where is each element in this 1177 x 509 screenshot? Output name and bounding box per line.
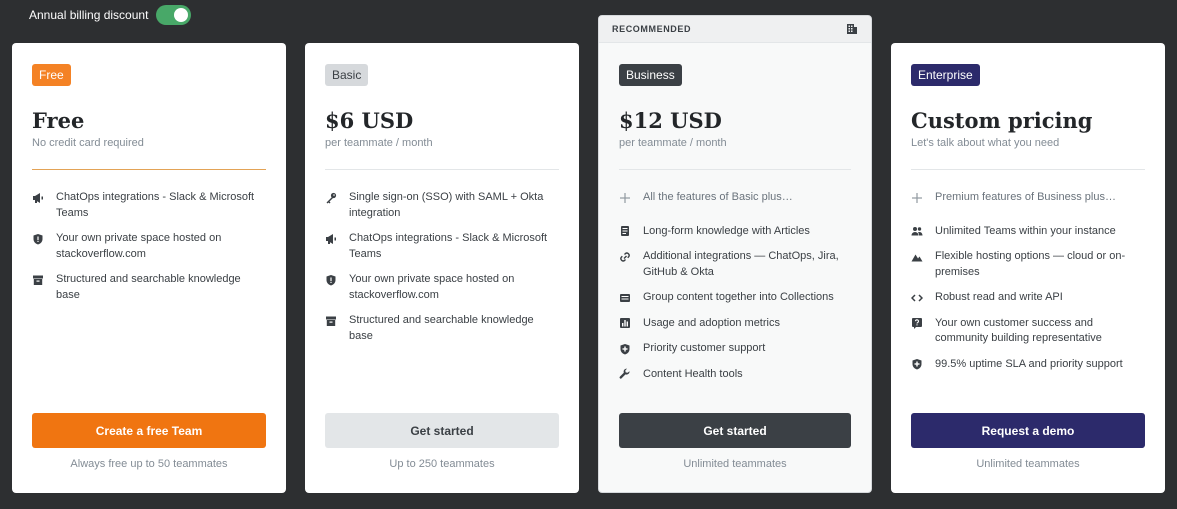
feature-item: Your own customer success and community …: [911, 316, 1145, 347]
bar-chart-icon: [619, 316, 643, 331]
shield-icon: [325, 272, 349, 287]
plan-price: $12 USD: [619, 108, 722, 133]
feature-item: ChatOps integrations - Slack & Microsoft…: [325, 231, 559, 262]
billing-toggle-row: Annual billing discount: [29, 5, 192, 25]
archive-icon: [32, 272, 56, 287]
building-icon: [847, 24, 857, 34]
mountain-icon: [911, 249, 935, 264]
feature-item: Your own private space hosted on stackov…: [32, 231, 266, 262]
plan-subtitle: No credit card required: [32, 137, 144, 149]
plan-subtitle: Let's talk about what you need: [911, 137, 1060, 149]
plan-subtitle: per teammate / month: [619, 137, 727, 149]
code-icon: [911, 290, 935, 305]
plan-price: Custom pricing: [911, 108, 1093, 133]
feature-text: Structured and searchable knowledge base: [349, 314, 534, 342]
plan-badge: Basic: [325, 64, 369, 86]
feature-text: ChatOps integrations - Slack & Microsoft…: [349, 232, 548, 260]
feature-item: Structured and searchable knowledge base: [325, 313, 559, 344]
request-demo-button[interactable]: Request a demo: [911, 413, 1145, 448]
plan-badge: Business: [619, 64, 682, 86]
toggle-knob: [174, 8, 189, 22]
feature-item: 99.5% uptime SLA and priority support: [911, 357, 1145, 373]
feature-text: Unlimited Teams within your instance: [935, 224, 1116, 237]
billing-toggle-label: Annual billing discount: [29, 8, 149, 22]
document-icon: [619, 224, 643, 239]
feature-text: Your own customer success and community …: [935, 316, 1102, 345]
feature-item: Usage and adoption metrics: [619, 316, 851, 332]
feature-list: Single sign-on (SSO) with SAML + Okta in…: [325, 190, 559, 344]
divider: [32, 169, 266, 170]
shield-plus-icon: [911, 357, 935, 372]
collection-icon: [619, 290, 643, 305]
feature-item: Content Health tools: [619, 367, 851, 383]
create-free-team-button[interactable]: Create a free Team: [32, 413, 266, 448]
feature-item: Additional integrations — ChatOps, Jira,…: [619, 249, 851, 280]
plan-footnote: Unlimited teammates: [683, 458, 787, 470]
users-icon: [911, 224, 935, 239]
feature-item: Priority customer support: [619, 341, 851, 357]
feature-list: All the features of Basic plus… Long-form…: [619, 190, 851, 382]
feature-summary-item: All the features of Basic plus…: [619, 190, 851, 206]
feature-text: 99.5% uptime SLA and priority support: [935, 357, 1123, 370]
feature-item: ChatOps integrations - Slack & Microsoft…: [32, 190, 266, 221]
feature-item: Robust read and write API: [911, 290, 1145, 306]
plan-footnote: Up to 250 teammates: [389, 458, 495, 470]
feature-text: Premium features of Business plus…: [935, 191, 1116, 203]
feature-text: Group content together into Collections: [643, 291, 834, 303]
feature-item: Long-form knowledge with Articles: [619, 224, 851, 240]
feature-item: Group content together into Collections: [619, 290, 851, 306]
divider: [619, 169, 851, 170]
plan-subtitle: per teammate / month: [325, 137, 433, 149]
feature-text: ChatOps integrations - Slack & Microsoft…: [56, 191, 255, 219]
plan-card-business: RECOMMENDED Business $12 USD per teammat…: [598, 15, 872, 493]
feature-item: Single sign-on (SSO) with SAML + Okta in…: [325, 190, 559, 221]
feature-text: Additional integrations — ChatOps, Jira,…: [643, 250, 839, 278]
plan-price: $6 USD: [325, 108, 414, 133]
feature-text: Usage and adoption metrics: [643, 316, 780, 329]
feature-text: Priority customer support: [643, 342, 766, 354]
feature-item: Your own private space hosted on stackov…: [325, 272, 559, 303]
plan-badge: Free: [32, 64, 71, 86]
feature-text: Robust read and write API: [935, 291, 1063, 303]
recommended-header: RECOMMENDED: [599, 16, 871, 43]
feature-text: Your own private space hosted on stackov…: [56, 232, 222, 260]
wrench-icon: [619, 367, 643, 382]
megaphone-icon: [32, 190, 56, 205]
plan-footnote: Unlimited teammates: [976, 458, 1080, 470]
feature-item: Unlimited Teams within your instance: [911, 224, 1145, 240]
feature-text: Long-form knowledge with Articles: [643, 224, 810, 237]
plan-footnote: Always free up to 50 teammates: [70, 458, 228, 470]
divider: [325, 169, 559, 170]
archive-icon: [325, 313, 349, 328]
plan-card-basic: Basic $6 USD per teammate / month Single…: [305, 43, 579, 493]
feature-item: Flexible hosting options — cloud or on-p…: [911, 249, 1145, 280]
plan-badge: Enterprise: [911, 64, 980, 86]
feature-text: Your own private space hosted on stackov…: [349, 273, 515, 301]
key-icon: [325, 190, 349, 205]
feature-summary-item: Premium features of Business plus…: [911, 190, 1145, 206]
feature-list: Premium features of Business plus… Unlimi…: [911, 190, 1145, 372]
plus-icon: [911, 190, 935, 205]
plan-price: Free: [32, 108, 85, 133]
megaphone-icon: [325, 231, 349, 246]
link-icon: [619, 249, 643, 264]
divider: [911, 169, 1145, 170]
shield-plus-icon: [619, 341, 643, 356]
help-icon: [911, 316, 935, 331]
feature-item: Structured and searchable knowledge base: [32, 272, 266, 303]
feature-list: ChatOps integrations - Slack & Microsoft…: [32, 190, 266, 303]
plus-icon: [619, 190, 643, 205]
feature-text: Structured and searchable knowledge base: [56, 273, 241, 301]
feature-text: Content Health tools: [643, 367, 743, 380]
annual-billing-toggle[interactable]: [156, 5, 192, 25]
feature-text: All the features of Basic plus…: [643, 191, 793, 203]
business-get-started-button[interactable]: Get started: [619, 413, 851, 448]
shield-icon: [32, 231, 56, 246]
basic-get-started-button[interactable]: Get started: [325, 413, 559, 448]
feature-text: Flexible hosting options — cloud or on-p…: [935, 250, 1126, 278]
plan-card-free: Free Free No credit card required ChatOp…: [12, 43, 286, 493]
plan-card-enterprise: Enterprise Custom pricing Let's talk abo…: [891, 43, 1165, 493]
feature-text: Single sign-on (SSO) with SAML + Okta in…: [349, 191, 544, 219]
recommended-label: RECOMMENDED: [612, 24, 692, 34]
